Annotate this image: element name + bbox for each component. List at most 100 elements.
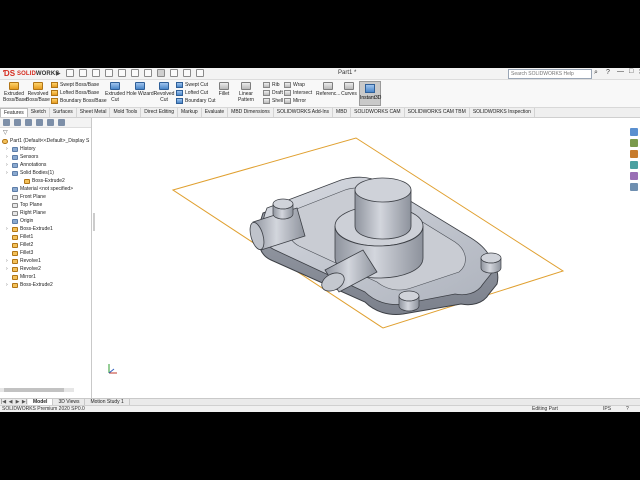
tab-solidworks-inspection[interactable]: SOLIDWORKS Inspection xyxy=(470,108,535,117)
tree-item-right-plane[interactable]: Right Plane xyxy=(6,210,46,217)
main-boss-upper-top[interactable] xyxy=(354,177,412,203)
new-document-icon[interactable] xyxy=(79,69,87,77)
swept-cut-button[interactable]: Swept Cut xyxy=(176,81,208,89)
intersect-button[interactable]: Intersect xyxy=(284,89,312,97)
save-icon[interactable] xyxy=(105,69,113,77)
unit-system[interactable]: IPS xyxy=(603,406,611,412)
feature-tree-icon[interactable] xyxy=(3,119,10,126)
expand-arrow-icon[interactable]: › xyxy=(6,226,10,233)
appearances-icon[interactable] xyxy=(630,172,638,180)
tree-item-revolve2[interactable]: › Revolve2 xyxy=(6,266,41,273)
lofted-cut-button[interactable]: Lofted Cut xyxy=(176,89,208,97)
boundary-cut-button[interactable]: Boundary Cut xyxy=(176,97,216,105)
file-explorer-icon[interactable] xyxy=(630,150,638,158)
redo-icon[interactable] xyxy=(144,69,152,77)
menu-arrow-icon[interactable]: ▶ xyxy=(56,70,61,77)
draft-button[interactable]: Draft xyxy=(263,89,283,97)
tab-mbd-dimensions[interactable]: MBD Dimensions xyxy=(228,108,274,117)
tab-solidworks-cam[interactable]: SOLIDWORKS CAM xyxy=(351,108,405,117)
tree-item-boss-extrude2[interactable]: › Boss-Extrude2 xyxy=(6,282,53,289)
panel-splitter[interactable] xyxy=(93,213,95,231)
undo-icon[interactable] xyxy=(131,69,139,77)
lofted-boss-button[interactable]: Lofted Boss/Base xyxy=(51,89,99,97)
tab-direct-editing[interactable]: Direct Editing xyxy=(141,108,178,117)
fillet-button[interactable]: Fillet xyxy=(216,82,232,97)
expand-arrow-icon[interactable]: › xyxy=(6,162,10,169)
tab-mbd[interactable]: MBD xyxy=(333,108,352,117)
tree-item-annotations[interactable]: › Annotations xyxy=(6,162,46,169)
tree-item-mirror1[interactable]: Mirror1 xyxy=(6,274,36,281)
tab-evaluate[interactable]: Evaluate xyxy=(202,108,229,117)
boundary-boss-button[interactable]: Boundary Boss/Base xyxy=(51,97,107,105)
horizontal-scrollbar[interactable] xyxy=(0,388,74,392)
hole-wizard-button[interactable]: Hole Wizard xyxy=(126,82,154,97)
extruded-boss-button[interactable]: Extruded Boss/Base xyxy=(3,82,27,103)
wrap-button[interactable]: Wrap xyxy=(284,81,305,89)
revolved-boss-button[interactable]: Revolved Boss/Base xyxy=(26,82,50,103)
scrollbar-thumb[interactable] xyxy=(4,388,64,392)
custom-properties-icon[interactable] xyxy=(630,183,638,191)
expand-arrow-icon[interactable]: › xyxy=(6,154,10,161)
search-icon[interactable]: ⌕ xyxy=(594,69,598,77)
tree-item-boss-extrude1[interactable]: › Boss-Extrude1 xyxy=(6,226,53,233)
tree-item-fillet2[interactable]: Fillet2 xyxy=(6,242,33,249)
tree-item-sensors[interactable]: › Sensors xyxy=(6,154,38,161)
reference-geometry-button[interactable]: Referenc... xyxy=(316,82,340,97)
solidworks-logo[interactable]: ƊS SOLIDWORKS xyxy=(3,69,59,79)
swept-boss-button[interactable]: Swept Boss/Base xyxy=(51,81,99,89)
expand-arrow-icon[interactable]: › xyxy=(6,266,10,273)
filter-icon[interactable]: ▽ xyxy=(3,130,9,136)
tree-item-front-plane[interactable]: Front Plane xyxy=(6,194,46,201)
print-icon[interactable] xyxy=(118,69,126,77)
linear-pattern-button[interactable]: Linear Pattern xyxy=(232,82,260,103)
tree-item-material-not-specified[interactable]: Material <not specified> xyxy=(6,186,73,193)
select-icon[interactable] xyxy=(157,69,165,77)
search-input[interactable] xyxy=(508,69,592,79)
tab-markup[interactable]: Markup xyxy=(178,108,202,117)
display-manager-icon[interactable] xyxy=(47,119,54,126)
rib-button[interactable]: Rib xyxy=(263,81,280,89)
shell-button[interactable]: Shell xyxy=(263,97,283,105)
expand-arrow-icon[interactable]: › xyxy=(6,258,10,265)
tree-item-history[interactable]: › History xyxy=(6,146,36,153)
tree-item-boss-extrude2[interactable]: Boss-Extrude2 xyxy=(18,178,65,185)
more-tabs-icon[interactable] xyxy=(58,119,65,126)
options-icon[interactable] xyxy=(196,69,204,77)
tab-solidworks-cam-tbm[interactable]: SOLIDWORKS CAM TBM xyxy=(405,108,470,117)
extruded-cut-button[interactable]: Extruded Cut xyxy=(104,82,126,103)
tab-sketch[interactable]: Sketch xyxy=(28,108,51,117)
tree-item-fillet3[interactable]: Fillet3 xyxy=(6,250,33,257)
design-library-icon[interactable] xyxy=(630,139,638,147)
minimize-button[interactable]: — xyxy=(617,68,624,76)
tree-item-top-plane[interactable]: Top Plane xyxy=(6,202,42,209)
tab-mold-tools[interactable]: Mold Tools xyxy=(110,108,142,117)
open-icon[interactable] xyxy=(92,69,100,77)
tree-root-part[interactable]: Part1 (Default<<Default>_Display S xyxy=(2,138,89,145)
help-icon[interactable]: ? xyxy=(606,69,610,76)
instant3d-button[interactable]: Instant3D xyxy=(359,81,381,106)
tab-features[interactable]: Features xyxy=(0,108,28,117)
expand-arrow-icon[interactable]: › xyxy=(6,170,10,177)
tab-surfaces[interactable]: Surfaces xyxy=(50,108,77,117)
configuration-manager-icon[interactable] xyxy=(25,119,32,126)
graphics-area[interactable] xyxy=(93,118,626,398)
property-manager-icon[interactable] xyxy=(14,119,21,126)
maximize-button[interactable]: □ xyxy=(629,68,633,76)
mirror-button[interactable]: Mirror xyxy=(284,97,306,105)
home-icon[interactable] xyxy=(66,69,74,77)
dimxpert-icon[interactable] xyxy=(36,119,43,126)
tab-solidworks-add-ins[interactable]: SOLIDWORKS Add-Ins xyxy=(274,108,334,117)
tree-item-origin[interactable]: Origin xyxy=(6,218,33,225)
expand-arrow-icon[interactable]: › xyxy=(6,146,10,153)
curves-button[interactable]: Curves xyxy=(340,82,358,97)
rebuild-icon[interactable] xyxy=(170,69,178,77)
expand-arrow-icon[interactable]: › xyxy=(6,282,10,289)
tree-item-fillet1[interactable]: Fillet1 xyxy=(6,234,33,241)
view-palette-icon[interactable] xyxy=(630,161,638,169)
model-view[interactable] xyxy=(93,118,626,398)
revolved-cut-button[interactable]: Revolved Cut xyxy=(153,82,175,103)
tab-sheet-metal[interactable]: Sheet Metal xyxy=(77,108,111,117)
file-properties-icon[interactable] xyxy=(183,69,191,77)
tree-item-solid-bodies-1[interactable]: › Solid Bodies(1) xyxy=(6,170,54,177)
solidworks-resources-icon[interactable] xyxy=(630,128,638,136)
